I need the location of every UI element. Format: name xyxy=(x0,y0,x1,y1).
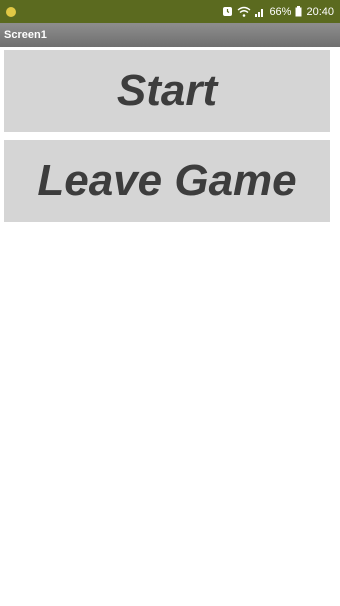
screen-title: Screen1 xyxy=(4,29,47,41)
battery-icon xyxy=(295,6,302,17)
notification-icon xyxy=(6,6,16,17)
battery-percent: 66% xyxy=(269,5,292,18)
start-button[interactable]: Start xyxy=(4,50,330,132)
leave-game-button[interactable]: Leave Game xyxy=(4,140,330,222)
alarm-icon xyxy=(222,6,233,17)
wifi-icon xyxy=(237,6,251,17)
status-right: 66% 20:40 xyxy=(222,6,334,18)
clock: 20:40 xyxy=(306,5,334,18)
signal-icon xyxy=(255,6,265,17)
app-bar: Screen1 xyxy=(0,23,340,47)
status-left xyxy=(6,6,16,17)
status-bar: 66% 20:40 xyxy=(0,0,340,23)
